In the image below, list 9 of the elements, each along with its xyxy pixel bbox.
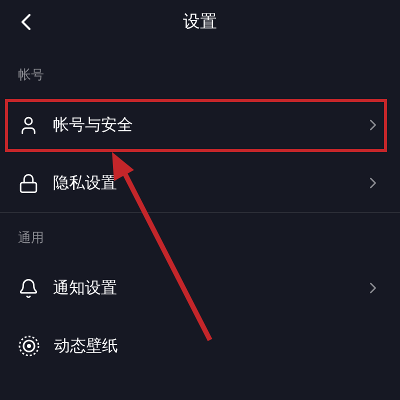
section-label: 通用: [17, 230, 45, 248]
bell-icon: [18, 278, 39, 298]
settings-row[interactable]: 通知设置: [0, 259, 400, 317]
rings-icon: [18, 335, 40, 357]
settings-row[interactable]: 帐号与安全: [0, 96, 400, 154]
lock-icon: [18, 172, 39, 194]
page-title: 设置: [183, 10, 217, 32]
settings-row[interactable]: 动态壁纸: [0, 317, 400, 375]
section-label: 帐号: [17, 67, 45, 85]
